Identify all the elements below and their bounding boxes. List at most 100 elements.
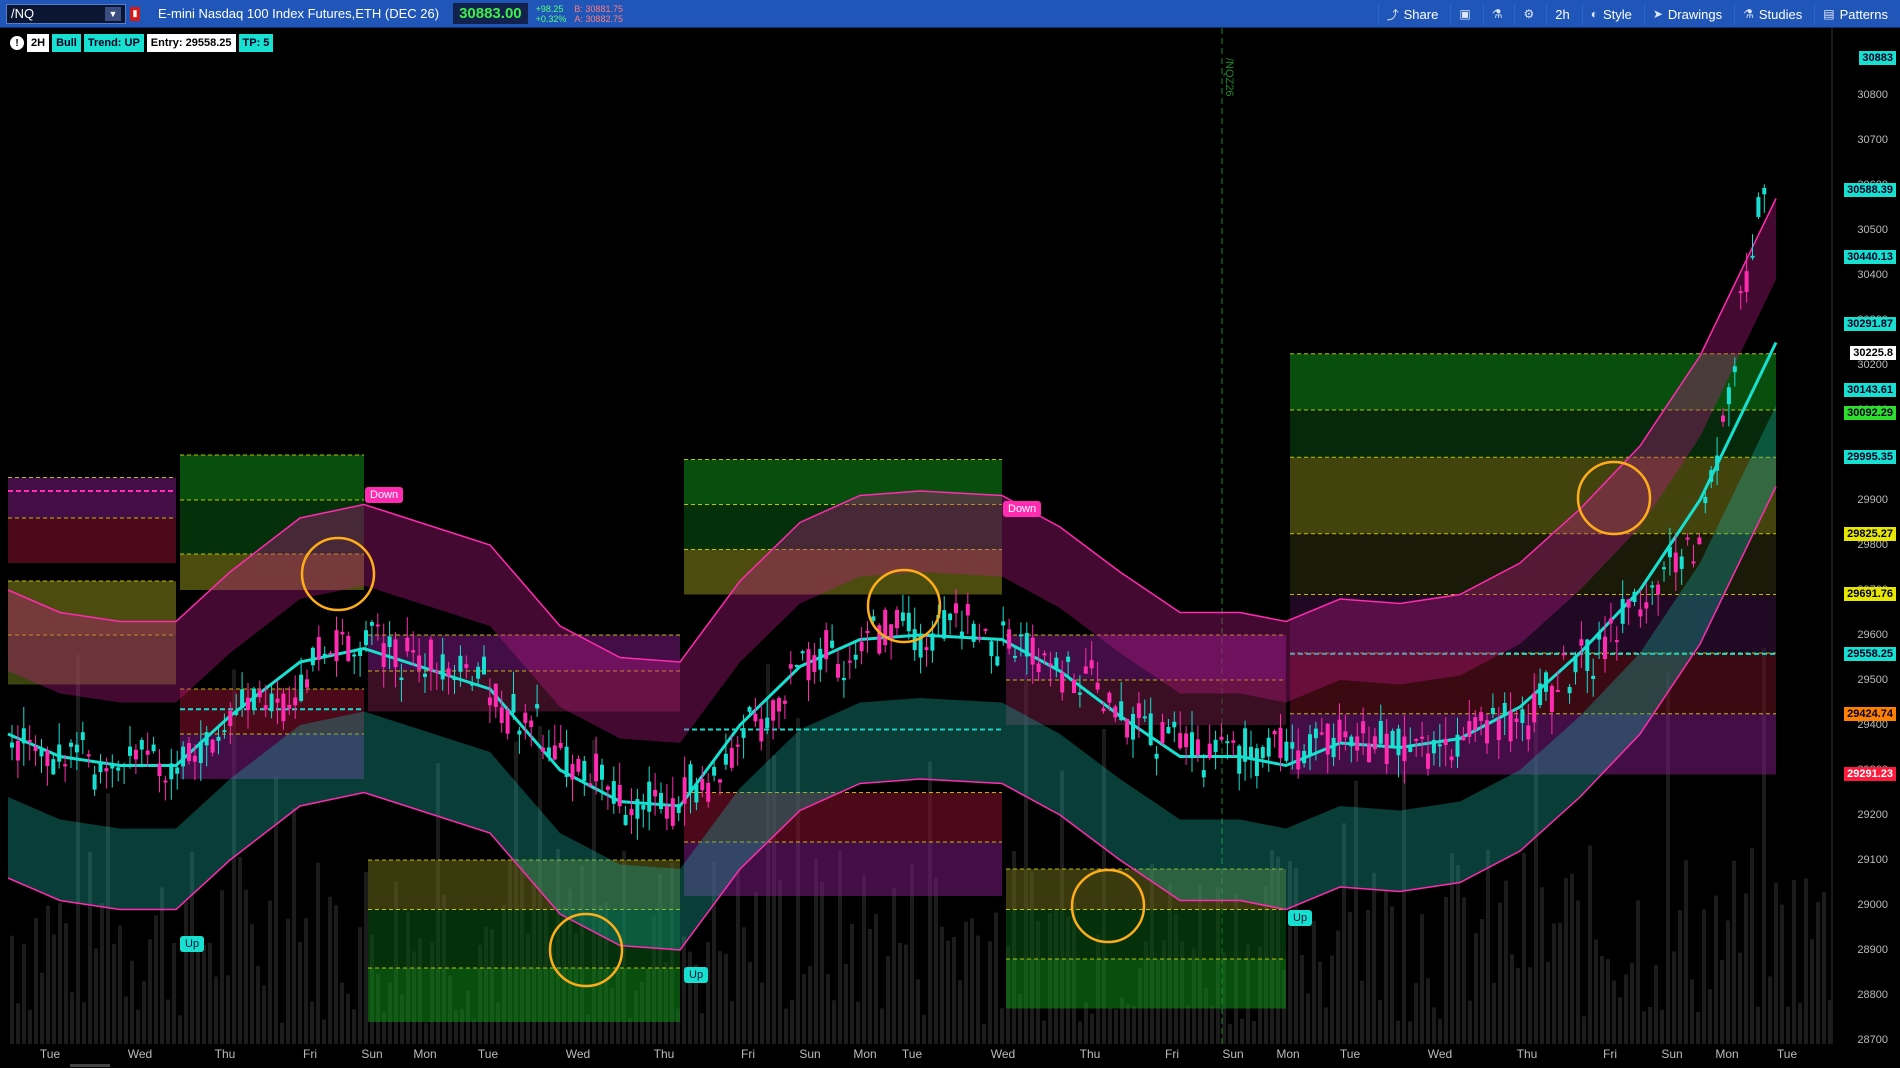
chart-canvas[interactable]: /NQZ26: [0, 28, 1900, 1068]
flag-icon[interactable]: ▮: [130, 6, 140, 21]
volume-bar: [118, 925, 122, 1044]
candle-body: [983, 628, 988, 631]
volume-bar: [1708, 989, 1712, 1044]
candle-body: [458, 655, 463, 672]
candle-body: [558, 742, 563, 748]
candle-body: [352, 654, 357, 657]
symbol-input[interactable]: /NQ ▼: [6, 3, 126, 24]
flask-button[interactable]: ⚗: [1482, 3, 1511, 25]
candle-body: [287, 704, 292, 709]
candle-body: [1355, 736, 1360, 751]
candle-body: [1608, 618, 1613, 624]
candle-body: [470, 683, 475, 686]
volume-bar: [1420, 914, 1424, 1044]
volume-bar: [1486, 849, 1490, 1044]
candle-body: [328, 652, 333, 655]
candle-body: [1638, 609, 1643, 617]
candle-body: [641, 805, 646, 810]
time-tick: Fri: [303, 1047, 317, 1061]
candle-body: [1697, 537, 1702, 545]
volume-bar: [1366, 909, 1370, 1044]
volume-bar: [16, 1003, 20, 1044]
candle-body: [1142, 716, 1147, 719]
timeframe-tag: 2H: [27, 34, 50, 52]
price-tick: 30400: [1857, 269, 1888, 281]
volume-bar: [166, 999, 170, 1044]
volume-bar: [1516, 967, 1520, 1044]
interval-button[interactable]: 2h: [1546, 3, 1577, 25]
candle-body: [346, 635, 351, 662]
candle-body: [1001, 621, 1006, 626]
candle-body: [1549, 685, 1554, 712]
candle-body: [718, 779, 722, 783]
candle-body: [1095, 682, 1100, 690]
candle-body: [676, 804, 681, 813]
candle-body: [1072, 679, 1076, 693]
candle-body: [387, 636, 392, 647]
price-axis[interactable]: 3080030700306003050030400303003020030100…: [1830, 28, 1900, 1046]
candle-body: [440, 654, 445, 680]
candle-body: [977, 637, 982, 640]
time-scrollbar[interactable]: [70, 1064, 110, 1067]
candle-body: [275, 698, 280, 703]
candle-body: [1603, 636, 1607, 660]
info-icon[interactable]: !: [10, 36, 24, 50]
window-button[interactable]: ▣: [1450, 3, 1478, 25]
volume-bar: [742, 927, 746, 1044]
price-bubble: 30883: [1859, 50, 1896, 65]
volume-bar: [844, 963, 848, 1044]
candle-body: [1461, 736, 1466, 741]
zone-band: [1006, 909, 1286, 959]
candle-body: [1544, 672, 1548, 692]
candle-body: [281, 693, 286, 722]
volume-bar: [826, 974, 830, 1044]
candle-body: [499, 707, 504, 723]
candle-body: [1520, 709, 1525, 723]
toolbar-actions: ⤴ Share ▣ ⚗ ⚙ 2h ◐ Style ➤ Drawings ⚗ Studie…: [1377, 0, 1896, 28]
candle-body: [169, 763, 174, 780]
settings-button[interactable]: ⚙: [1514, 3, 1542, 25]
zone-band: [368, 968, 680, 1022]
drawings-button[interactable]: ➤ Drawings: [1643, 3, 1730, 25]
candle-body: [753, 713, 758, 722]
volume-bar: [748, 961, 752, 1044]
volume-bar: [1750, 847, 1754, 1044]
chevron-down-icon[interactable]: ▼: [105, 6, 121, 21]
candle-body: [594, 753, 599, 782]
candle-body: [1579, 639, 1584, 646]
volume-bar: [142, 981, 146, 1044]
patterns-button[interactable]: ▤ Patterns: [1814, 3, 1896, 25]
candle-body: [505, 710, 510, 734]
volume-bar: [352, 1009, 356, 1044]
ask-value: A: 30882.75: [574, 13, 623, 24]
candle-body: [942, 610, 947, 639]
candle-body: [493, 683, 498, 707]
time-tick: Fri: [1603, 1047, 1617, 1061]
volume-bar: [346, 993, 350, 1044]
price-tick: 29100: [1857, 854, 1888, 866]
candle-body: [405, 637, 410, 652]
volume-bar: [886, 956, 890, 1044]
candle-body: [1030, 637, 1035, 665]
candle-body: [110, 764, 115, 769]
candle-body: [1260, 747, 1265, 759]
style-button[interactable]: ◐ Style: [1581, 3, 1640, 25]
candle-body: [1054, 657, 1059, 669]
studies-button[interactable]: ⚗ Studies: [1734, 3, 1810, 25]
volume-bar: [22, 944, 26, 1044]
interval-label: 2h: [1555, 6, 1570, 22]
candle-body: [611, 781, 616, 804]
candle-body: [794, 664, 799, 667]
volume-bar: [244, 889, 248, 1044]
time-axis[interactable]: Tue Wed Thu Fri Sun Mon Tue Wed Thu Fri Sun Mon Tue W…: [0, 1044, 1840, 1068]
share-button[interactable]: ⤴ Share: [1377, 3, 1447, 25]
candle-body: [1715, 455, 1720, 471]
candle-body: [1254, 748, 1259, 777]
volume-bar: [1318, 961, 1322, 1044]
volume-bar: [832, 1000, 836, 1044]
volume-bar: [1726, 920, 1730, 1044]
candle-body: [1431, 739, 1436, 754]
top-toolbar: /NQ ▼ ▮ E-mini Nasdaq 100 Index Futures,…: [0, 0, 1900, 28]
candle-body: [511, 694, 516, 713]
price-chart[interactable]: /NQZ26: [0, 28, 1900, 1068]
